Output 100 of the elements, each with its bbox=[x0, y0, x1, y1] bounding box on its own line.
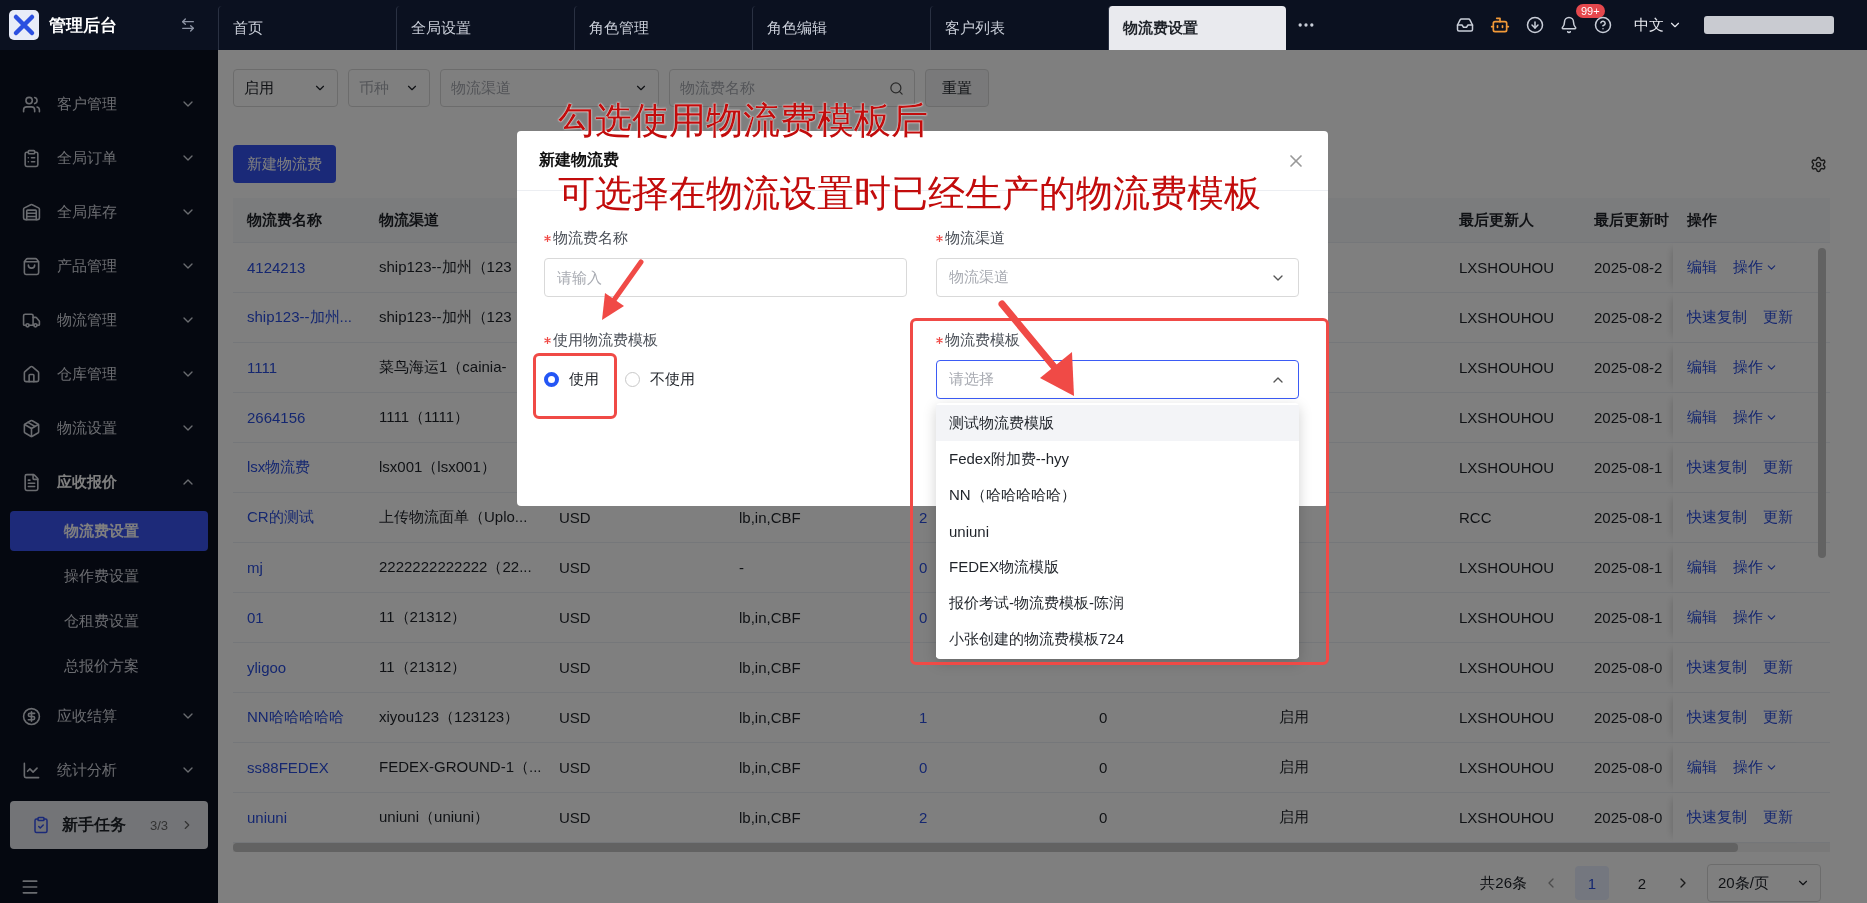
new-button[interactable]: 新建物流费 bbox=[233, 145, 336, 183]
action-link[interactable]: 更新 bbox=[1763, 708, 1793, 727]
select-field[interactable]: 请选择 bbox=[936, 360, 1299, 399]
column-header: 最后更新人 bbox=[1458, 210, 1535, 230]
inbox-icon[interactable] bbox=[1456, 16, 1474, 34]
dropdown-option[interactable]: 报价考试-物流费模板-陈润 bbox=[936, 585, 1299, 621]
table-cell-text: 11（21312） bbox=[378, 658, 468, 677]
action-link[interactable]: 编辑 bbox=[1687, 358, 1717, 377]
action-link[interactable]: 编辑 bbox=[1687, 258, 1717, 277]
radio-label[interactable]: 不使用 bbox=[650, 370, 695, 389]
sidebar-item[interactable]: 仓库管理 bbox=[0, 347, 218, 401]
sidebar-item[interactable]: 应收结算 bbox=[0, 689, 218, 743]
action-link[interactable]: 快速复制 bbox=[1687, 708, 1747, 727]
sidebar-item[interactable]: 全局订单 bbox=[0, 131, 218, 185]
tab[interactable]: 物流费设置 bbox=[1108, 6, 1286, 50]
action-link[interactable]: 更新 bbox=[1763, 808, 1793, 827]
action-link[interactable]: 快速复制 bbox=[1687, 508, 1747, 527]
status-select[interactable]: 启用 bbox=[233, 69, 338, 107]
action-link[interactable]: 编辑 bbox=[1687, 608, 1717, 627]
action-link[interactable]: 操作 bbox=[1733, 758, 1778, 777]
download-icon[interactable] bbox=[1526, 16, 1544, 34]
action-link[interactable]: 操作 bbox=[1733, 358, 1778, 377]
name-link[interactable]: NN哈哈哈哈哈 bbox=[233, 708, 365, 727]
name-link[interactable]: ship123--加州... bbox=[233, 308, 365, 327]
scrollbar-thumb[interactable] bbox=[233, 843, 1738, 852]
action-link[interactable]: 编辑 bbox=[1687, 758, 1717, 777]
sidebar-item[interactable]: 统计分析 bbox=[0, 743, 218, 797]
sidebar-item[interactable]: 应收报价 bbox=[0, 455, 218, 509]
name-link[interactable]: 2664156 bbox=[233, 409, 365, 426]
app-title: 管理后台 bbox=[49, 14, 118, 37]
name-link[interactable]: 4124213 bbox=[233, 259, 365, 276]
page-size-select[interactable]: 20条/页 bbox=[1707, 864, 1821, 902]
action-link[interactable]: 操作 bbox=[1733, 408, 1778, 427]
action-link[interactable]: 更新 bbox=[1763, 658, 1793, 677]
name-link[interactable]: lsx物流费 bbox=[233, 458, 365, 477]
name-link[interactable]: uniuni bbox=[233, 809, 365, 826]
action-link[interactable]: 操作 bbox=[1733, 608, 1778, 627]
table-cell-text: uniuni（uniuni） bbox=[378, 808, 491, 827]
select-field[interactable]: 物流渠道 bbox=[936, 258, 1299, 297]
help-icon[interactable] bbox=[1594, 16, 1612, 34]
dropdown-option[interactable]: NN（哈哈哈哈哈） bbox=[936, 477, 1299, 513]
sidebar-item[interactable]: 产品管理 bbox=[0, 239, 218, 293]
radio-button[interactable] bbox=[544, 372, 559, 387]
action-link[interactable]: 快速复制 bbox=[1687, 458, 1747, 477]
total-count: 共26条 bbox=[1480, 873, 1527, 893]
action-link[interactable]: 更新 bbox=[1763, 458, 1793, 477]
table-cell-text: 2025-08-0 bbox=[1593, 709, 1664, 726]
count-link[interactable]: 2 bbox=[905, 809, 1085, 826]
action-link[interactable]: 操作 bbox=[1733, 258, 1778, 277]
sidebar-item[interactable]: 物流管理 bbox=[0, 293, 218, 347]
page-button[interactable]: 1 bbox=[1575, 866, 1609, 900]
sidebar-subitem[interactable]: 总报价方案 bbox=[10, 644, 208, 689]
robot-icon[interactable] bbox=[1490, 15, 1510, 35]
dropdown-option[interactable]: FEDEX物流模版 bbox=[936, 549, 1299, 585]
action-link[interactable]: 更新 bbox=[1763, 308, 1793, 327]
scrollbar-thumb[interactable] bbox=[1818, 248, 1826, 558]
dropdown-option[interactable]: Fedex附加费--hyy bbox=[936, 441, 1299, 477]
sidebar-item[interactable]: 全局库存 bbox=[0, 185, 218, 239]
bell-icon[interactable] bbox=[1560, 16, 1578, 34]
name-link[interactable]: yligoo bbox=[233, 659, 365, 676]
action-link[interactable]: 快速复制 bbox=[1687, 308, 1747, 327]
action-link[interactable]: 编辑 bbox=[1687, 408, 1717, 427]
table-cell-text: 11（21312） bbox=[378, 608, 468, 627]
name-link[interactable]: mj bbox=[233, 559, 365, 576]
count-link[interactable]: 1 bbox=[905, 709, 1085, 726]
count-link[interactable]: 0 bbox=[905, 759, 1085, 776]
swap-icon[interactable] bbox=[180, 17, 196, 33]
action-link[interactable]: 快速复制 bbox=[1687, 808, 1747, 827]
table-cell-text: - bbox=[738, 559, 745, 576]
action-link[interactable]: 更新 bbox=[1763, 508, 1793, 527]
table-cell-text: USD bbox=[558, 509, 592, 526]
radio-button[interactable] bbox=[625, 372, 640, 387]
language-select[interactable]: 中文 bbox=[1628, 14, 1688, 36]
name-link[interactable]: CR的测试 bbox=[233, 508, 365, 527]
settings-icon[interactable] bbox=[1810, 155, 1827, 173]
table-cell-text: lb,in,CBF bbox=[738, 709, 802, 726]
dropdown-option[interactable]: 小张创建的物流费模板724 bbox=[936, 621, 1299, 657]
radio-label[interactable]: 使用 bbox=[569, 370, 599, 389]
action-link[interactable]: 快速复制 bbox=[1687, 658, 1747, 677]
task-card[interactable]: 新手任务 3/3 bbox=[10, 801, 208, 849]
table-cell-text: lb,in,CBF bbox=[738, 759, 802, 776]
name-link[interactable]: 1111 bbox=[233, 359, 365, 376]
dropdown-option[interactable]: uniuni bbox=[936, 513, 1299, 549]
dropdown-option[interactable]: 测试物流费模版 bbox=[936, 405, 1299, 441]
sidebar-item[interactable]: 物流设置 bbox=[0, 401, 218, 455]
name-input[interactable]: 请输入 bbox=[544, 258, 907, 297]
sidebar-subitem[interactable]: 物流费设置 bbox=[10, 511, 208, 551]
table-cell-text: 2222222222222（22... bbox=[378, 558, 533, 577]
dollar-icon bbox=[22, 706, 41, 726]
name-link[interactable]: 01 bbox=[233, 609, 365, 626]
sidebar-item[interactable]: 客户管理 bbox=[0, 77, 218, 131]
page-button[interactable]: 2 bbox=[1625, 866, 1659, 900]
action-link[interactable]: 操作 bbox=[1733, 558, 1778, 577]
table-cell-text: lb,in,CBF bbox=[738, 609, 802, 626]
sidebar-subitem[interactable]: 操作费设置 bbox=[10, 554, 208, 599]
sidebar-subitem[interactable]: 仓租费设置 bbox=[10, 599, 208, 644]
action-link[interactable]: 编辑 bbox=[1687, 558, 1717, 577]
reset-button[interactable]: 重置 bbox=[925, 69, 989, 107]
warehouse-icon bbox=[22, 202, 41, 222]
name-link[interactable]: ss88FEDEX bbox=[233, 759, 365, 776]
